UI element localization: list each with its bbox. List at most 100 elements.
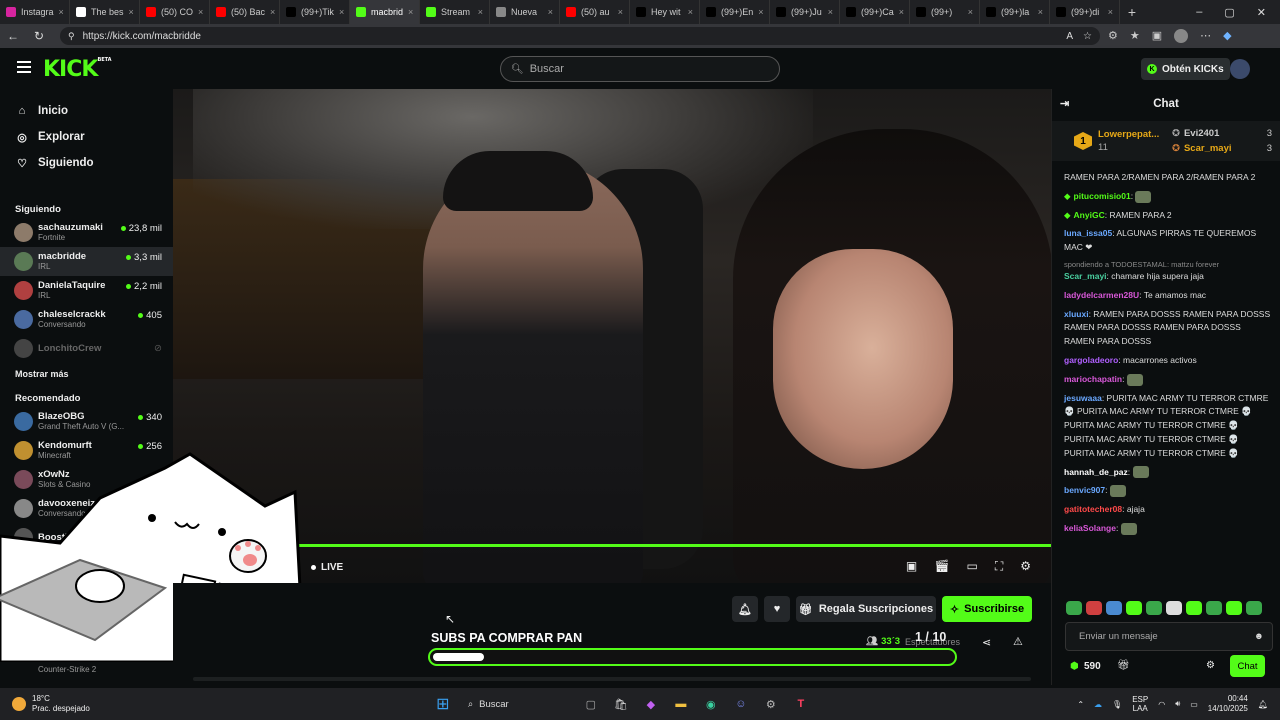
gifter-2[interactable]: ✪ Evi2401 3 — [1172, 128, 1272, 139]
chat-username[interactable]: jesuwaaa — [1064, 393, 1102, 403]
reload-icon[interactable]: ↻ — [26, 29, 52, 43]
browser-tab[interactable]: (99+)Tik × — [280, 0, 350, 24]
browser-tab[interactable]: (99+)Ca × — [840, 0, 910, 24]
mic-icon[interactable]: 🎙︎ — [1112, 700, 1122, 709]
sidebar-nav-compass[interactable]: ◎ Explorar — [0, 124, 173, 150]
user-avatar[interactable] — [1230, 59, 1250, 79]
close-tab-icon[interactable]: × — [618, 7, 623, 17]
close-tab-icon[interactable]: × — [59, 7, 64, 17]
gifter-3[interactable]: ✪ Scar_mayi 3 — [1172, 143, 1272, 154]
emote-icon[interactable] — [1146, 601, 1162, 615]
browser-tab[interactable]: (50) au × — [560, 0, 630, 24]
close-tab-icon[interactable]: × — [899, 7, 904, 17]
emote-icon[interactable] — [1126, 601, 1142, 615]
theater-mode-icon[interactable]: ▭ — [966, 559, 977, 574]
gift-box-icon[interactable]: 🎁︎ — [1117, 660, 1130, 671]
sidebar-channel[interactable]: chaleselcrackk Conversando 405 — [0, 305, 173, 334]
chat-username[interactable]: xluuxi — [1064, 309, 1089, 319]
menu-icon[interactable] — [17, 61, 31, 73]
favorite-star-icon[interactable]: ☆ — [1083, 31, 1092, 42]
close-tab-icon[interactable]: × — [270, 7, 275, 17]
edge-browser-icon[interactable]: ◉ — [700, 693, 722, 715]
chat-username[interactable]: hannah_de_paz — [1064, 467, 1128, 477]
new-tab-icon[interactable]: + — [1120, 4, 1144, 20]
emoji-icon[interactable]: ☻ — [1254, 631, 1264, 642]
sidebar-nav-home[interactable]: ⌂ Inicio — [0, 98, 173, 124]
minimize-icon[interactable]: – — [1196, 6, 1202, 19]
page-scrollbar[interactable] — [193, 677, 1031, 681]
emote-icon[interactable] — [1246, 601, 1262, 615]
close-tab-icon[interactable]: × — [1038, 7, 1043, 17]
browser-tab[interactable]: (99+)di × — [1050, 0, 1120, 24]
send-chat-button[interactable]: Chat — [1230, 655, 1265, 677]
sidebar-channel[interactable]: BlazeOBG Grand Theft Auto V (G... 340 — [0, 407, 173, 436]
browser-tab[interactable]: Nueva × — [490, 0, 560, 24]
report-icon[interactable]: ⚠ — [1013, 635, 1023, 648]
close-tab-icon[interactable]: × — [688, 7, 693, 17]
tiktok-studio-icon[interactable]: T — [790, 693, 812, 715]
onedrive-icon[interactable]: ☁ — [1094, 700, 1102, 709]
close-window-icon[interactable]: ✕ — [1257, 6, 1266, 19]
store-icon[interactable]: 🛍︎ — [610, 693, 632, 715]
browser-tab[interactable]: Hey wit × — [630, 0, 700, 24]
channel-points[interactable]: 590 — [1084, 661, 1101, 672]
taskbar-search[interactable]: ⌕ Buscar — [462, 692, 572, 716]
share-icon[interactable]: ⋖ — [982, 636, 991, 649]
wifi-icon[interactable]: ◠ — [1158, 700, 1165, 709]
volume-icon[interactable]: 🔊︎ — [1175, 699, 1180, 709]
sidebar-channel[interactable]: sachauzumaki Fortnite 23,8 mil — [0, 218, 173, 247]
close-tab-icon[interactable]: × — [968, 7, 973, 17]
follow-heart-button[interactable]: ♥ — [764, 596, 790, 622]
extensions-icon[interactable]: ⚙ — [1108, 29, 1118, 43]
maximize-icon[interactable]: ▢ — [1224, 6, 1234, 19]
copilot-icon[interactable]: ◆ — [1223, 29, 1231, 43]
chat-username[interactable]: ladydelcarmen28U — [1064, 290, 1139, 300]
emote-icon[interactable] — [1186, 601, 1202, 615]
battery-icon[interactable]: ▭ — [1190, 700, 1198, 709]
chat-username[interactable]: luna_issa05 — [1064, 228, 1112, 238]
settings-gear-icon[interactable]: ⚙ — [1020, 559, 1031, 574]
chat-username[interactable]: gargoladeoro — [1064, 355, 1118, 365]
sidebar-channel[interactable]: macbridde IRL 3,3 mil — [0, 247, 173, 276]
emote-icon[interactable] — [1066, 601, 1082, 615]
browser-tab[interactable]: (99+)En × — [700, 0, 770, 24]
chat-username[interactable]: pitucomisio01 — [1074, 191, 1131, 201]
gift-subs-button[interactable]: 🎁︎ Regala Suscripciones — [796, 596, 936, 622]
chat-username[interactable]: benvic907 — [1064, 485, 1105, 495]
sidebar-channel[interactable]: DanielaTaquire IRL 2,2 mil — [0, 276, 173, 305]
close-tab-icon[interactable]: × — [339, 7, 344, 17]
search-input[interactable]: 🔍︎ Buscar — [500, 56, 780, 82]
collections-icon[interactable]: ▣ — [1152, 29, 1162, 43]
tray-expand-icon[interactable]: ⌃ — [1077, 700, 1084, 709]
show-more-link[interactable]: Mostrar más — [0, 363, 173, 385]
emote-icon[interactable] — [1206, 601, 1222, 615]
discord-icon[interactable]: ☺ — [730, 693, 752, 715]
browser-tab[interactable]: Instagra × — [0, 0, 70, 24]
close-tab-icon[interactable]: × — [758, 7, 763, 17]
task-view-icon[interactable]: ▢ — [580, 693, 602, 715]
subscribe-button[interactable]: ✧ Suscribirse — [942, 596, 1032, 622]
close-tab-icon[interactable]: × — [828, 7, 833, 17]
browser-tab[interactable]: (99+) × — [910, 0, 980, 24]
browser-tab[interactable]: The bes × — [70, 0, 140, 24]
chat-settings-icon[interactable]: ⚙ — [1206, 660, 1215, 671]
browser-tab[interactable]: Stream × — [420, 0, 490, 24]
profile-avatar[interactable] — [1174, 29, 1189, 43]
weather-icon[interactable] — [12, 697, 26, 711]
browser-tab[interactable]: (50) CO × — [140, 0, 210, 24]
chat-username[interactable]: AnyiGC — [1074, 210, 1105, 220]
clip-icon[interactable]: 🎬︎ — [934, 559, 949, 574]
chat-message-input[interactable]: Enviar un mensaje ☻ — [1065, 622, 1273, 651]
language-indicator[interactable]: ESP LAA — [1132, 695, 1148, 713]
miniplayer-icon[interactable]: ▣ — [906, 559, 917, 574]
close-tab-icon[interactable]: × — [478, 7, 483, 17]
notifications-bell-button[interactable]: 🔔︎ — [732, 596, 758, 622]
windows-start-icon[interactable]: ⊞ — [432, 693, 454, 715]
close-tab-icon[interactable]: × — [548, 7, 553, 17]
fullscreen-icon[interactable]: ⛶ — [995, 559, 1003, 574]
close-tab-icon[interactable]: × — [129, 7, 134, 17]
top-gifter-name[interactable]: Lowerpepat... — [1098, 129, 1159, 140]
emote-icon[interactable] — [1226, 601, 1242, 615]
app-icon[interactable]: ⚙ — [760, 693, 782, 715]
browser-tab[interactable]: (50) Bac × — [210, 0, 280, 24]
